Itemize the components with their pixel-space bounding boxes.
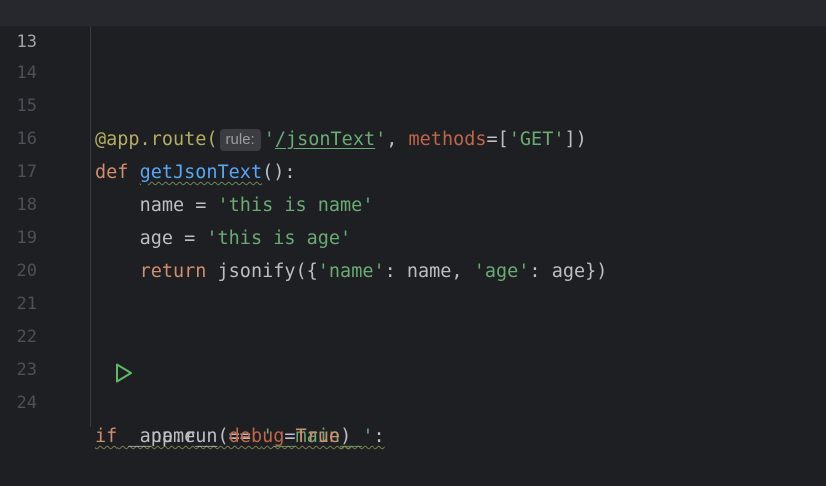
- code-line[interactable]: 13: [0, 0, 826, 52]
- code-line[interactable]: 16 def getJsonText():: [0, 90, 826, 183]
- code-line[interactable]: 21: [0, 255, 826, 314]
- line-number: 24: [16, 393, 37, 413]
- code-line[interactable]: 22: [0, 288, 826, 347]
- kwarg-token: debug: [228, 426, 285, 447]
- code-line[interactable]: 24 app.run(debug=True): [0, 354, 826, 447]
- paren-token: ): [340, 426, 352, 447]
- call-token: app.run(: [139, 426, 229, 447]
- code-line[interactable]: 17 name = 'this is name': [0, 123, 826, 216]
- run-triangle-icon[interactable]: [48, 328, 132, 383]
- code-line[interactable]: 18 age = 'this is age': [0, 156, 826, 249]
- code-line[interactable]: 23 if __name__ == '__main__':: [0, 321, 826, 447]
- code-editor[interactable]: 13 14 15 @app.route(rule: '/jsonText', me…: [0, 0, 826, 447]
- equals-token: =: [284, 426, 296, 447]
- code-text: app.run(debug=True): [95, 420, 352, 453]
- colon-token: :: [373, 426, 385, 447]
- code-line[interactable]: 19 return jsonify({'name': name, 'age': …: [0, 189, 826, 282]
- code-line[interactable]: 14: [0, 24, 826, 83]
- code-line[interactable]: 20: [0, 222, 826, 281]
- keyword-token: True: [295, 426, 341, 447]
- code-line[interactable]: 15 @app.route(rule: '/jsonText', methods=…: [0, 57, 826, 151]
